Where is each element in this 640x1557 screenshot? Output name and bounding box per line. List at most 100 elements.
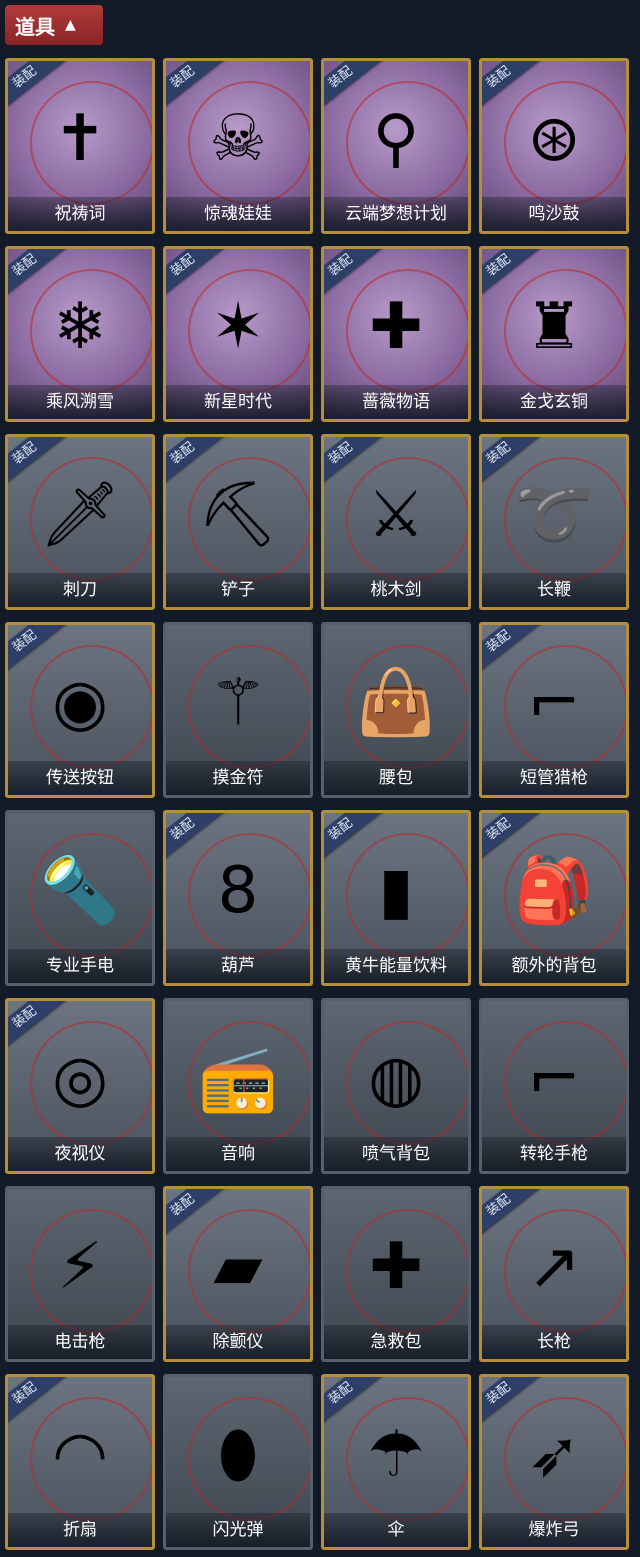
item-card[interactable]: 🔦 专业手电	[5, 810, 155, 986]
folding-fan-icon: ◠	[52, 1418, 108, 1492]
waist-bag-icon: 👜	[356, 666, 436, 740]
item-card[interactable]: ⚡ 电击枪	[5, 1186, 155, 1362]
item-card[interactable]: ◠ 装配 折扇	[5, 1374, 155, 1550]
item-card[interactable]: ⊛ 装配 鸣沙鼓	[479, 58, 629, 234]
item-card[interactable]: ☂ 装配伞	[321, 1374, 471, 1550]
first-aid-kit-icon: ✚	[369, 1230, 423, 1304]
item-label: 摸金符	[166, 761, 310, 795]
item-label: 除颤仪	[166, 1325, 310, 1359]
item-label: 喷气背包	[324, 1137, 468, 1171]
item-card[interactable]: ➰ 装配 长鞭	[479, 434, 629, 610]
item-card[interactable]: ☠ 装配 惊魂娃娃	[163, 58, 313, 234]
item-card[interactable]: ▮ 装配 黄牛能量饮料	[321, 810, 471, 986]
item-card[interactable]: 8 装配 葫芦	[163, 810, 313, 986]
shovel-icon: ⛏	[197, 478, 279, 552]
skull-doll-icon: ☠	[209, 102, 267, 176]
jetpack-icon: ◍	[368, 1042, 424, 1116]
sand-drum-icon: ⊛	[527, 102, 581, 176]
item-card[interactable]: ✝ 装配 祝祷词	[5, 58, 155, 234]
item-label: 长鞭	[482, 573, 626, 607]
category-title: 道具	[15, 14, 55, 39]
item-label: 新星时代	[166, 385, 310, 419]
item-card[interactable]: ◎ 装配 夜视仪	[5, 998, 155, 1174]
energy-drink-icon: ▮	[378, 854, 414, 928]
bayonet-icon: 🗡	[39, 478, 121, 552]
whip-icon: ➰	[514, 478, 594, 552]
item-label: 急救包	[324, 1325, 468, 1359]
defibrillator-icon: ▰	[213, 1230, 263, 1304]
item-label: 额外的背包	[482, 949, 626, 983]
item-label: 折扇	[8, 1513, 152, 1547]
item-card[interactable]: ▰ 装配 除颤仪	[163, 1186, 313, 1362]
item-card[interactable]: ❄ 装配 乘风溯雪	[5, 246, 155, 422]
item-card[interactable]: ◉ 装配 传送按钮	[5, 622, 155, 798]
item-card[interactable]: ⛏ 装配 铲子	[163, 434, 313, 610]
item-label: 长枪	[482, 1325, 626, 1359]
prayer-cross-icon: ✝	[53, 102, 107, 176]
explosive-bow-icon: ➶	[527, 1418, 581, 1492]
item-label: 音响	[166, 1137, 310, 1171]
item-card[interactable]: ⚔ 装配 桃木剑	[321, 434, 471, 610]
item-label: 专业手电	[8, 949, 152, 983]
item-label: 腰包	[324, 761, 468, 795]
peach-wood-sword-icon: ⚔	[367, 478, 425, 552]
teleport-button-icon: ◉	[52, 666, 108, 740]
item-label: 刺刀	[8, 573, 152, 607]
night-vision-icon: ◎	[52, 1042, 108, 1116]
chevron-up-icon: ▲	[65, 17, 76, 33]
item-card[interactable]: 🗡 装配 刺刀	[5, 434, 155, 610]
bronze-grenade-icon: ♜	[525, 290, 583, 364]
flashbang-icon: ⬮	[217, 1418, 259, 1492]
item-label: 惊魂娃娃	[166, 197, 310, 231]
item-card[interactable]: 👜 腰包	[321, 622, 471, 798]
revolver-icon: ⌐	[527, 1042, 581, 1116]
revolver-icon: ✶	[211, 290, 265, 364]
item-label: 电击枪	[8, 1325, 152, 1359]
snow-lantern-icon: ❄	[53, 290, 107, 364]
item-card[interactable]: 🎒 装配 额外的背包	[479, 810, 629, 986]
item-label: 闪光弹	[166, 1513, 310, 1547]
item-card[interactable]: ✚ 急救包	[321, 1186, 471, 1362]
item-label: 爆炸弓	[482, 1513, 626, 1547]
item-card[interactable]: ✶ 装配 新星时代	[163, 246, 313, 422]
cloud-wand-icon: ⚲	[372, 102, 420, 176]
umbrella-icon: ☂	[367, 1418, 425, 1492]
backpack-icon: 🎒	[514, 854, 594, 928]
item-grid: ✝ 装配 祝祷词 ☠ 装配 惊魂娃娃 ⚲ 装配 云端梦想计划 ⊛ 装配 鸣沙鼓 ❄ 装配 乘风溯雪 ✶ 装配 新星…	[5, 58, 629, 1550]
item-card[interactable]: ⬮ 闪光弹	[163, 1374, 313, 1550]
item-card[interactable]: ✚ 装配 蔷薇物语	[321, 246, 471, 422]
item-card[interactable]: ♜ 装配 金戈玄铜	[479, 246, 629, 422]
item-label: 乘风溯雪	[8, 385, 152, 419]
item-label: 传送按钮	[8, 761, 152, 795]
item-label: 鸣沙鼓	[482, 197, 626, 231]
item-label: 短管猎枪	[482, 761, 626, 795]
item-card[interactable]: ⌐ 装配 短管猎枪	[479, 622, 629, 798]
item-card[interactable]: ⚚ 摸金符	[163, 622, 313, 798]
gourd-icon: 8	[217, 854, 259, 928]
items-category-tab[interactable]: 道具 ▲	[5, 5, 103, 45]
item-label: 云端梦想计划	[324, 197, 468, 231]
item-label: 葫芦	[166, 949, 310, 983]
speaker-icon: 📻	[198, 1042, 278, 1116]
item-label: 桃木剑	[324, 573, 468, 607]
item-label: 黄牛能量饮料	[324, 949, 468, 983]
item-card[interactable]: ➶ 装配 爆炸弓	[479, 1374, 629, 1550]
item-card[interactable]: ⌐ 转轮手枪	[479, 998, 629, 1174]
item-card[interactable]: ◍ 喷气背包	[321, 998, 471, 1174]
rose-medkit-icon: ✚	[369, 290, 423, 364]
item-label: 金戈玄铜	[482, 385, 626, 419]
spear-icon: ↗	[527, 1230, 581, 1304]
shotgun-icon: ⌐	[527, 666, 581, 740]
item-card[interactable]: ↗ 装配 长枪	[479, 1186, 629, 1362]
item-label: 夜视仪	[8, 1137, 152, 1171]
item-label: 蔷薇物语	[324, 385, 468, 419]
item-card[interactable]: ⚲ 装配 云端梦想计划	[321, 58, 471, 234]
item-label: 转轮手枪	[482, 1137, 626, 1171]
item-card[interactable]: 📻 音响	[163, 998, 313, 1174]
item-label: 铲子	[166, 573, 310, 607]
stun-gun-icon: ⚡	[57, 1230, 103, 1304]
item-label: 祝祷词	[8, 197, 152, 231]
flashlight-icon: 🔦	[40, 854, 120, 928]
item-label: 伞	[324, 1513, 468, 1547]
talisman-icon: ⚚	[209, 666, 267, 740]
